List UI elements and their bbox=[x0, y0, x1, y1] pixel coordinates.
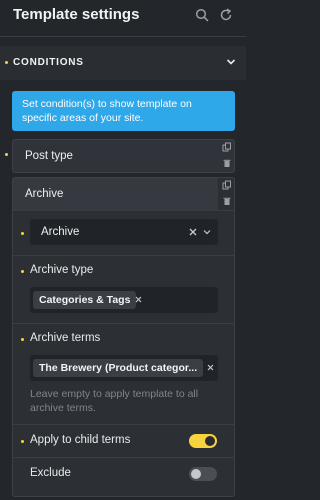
panel-title: Template settings bbox=[13, 6, 140, 23]
header-divider bbox=[0, 36, 246, 37]
archive-terms-indicator-dot bbox=[21, 338, 24, 341]
copy-icon[interactable] bbox=[222, 180, 232, 190]
exclude-label: Exclude bbox=[30, 467, 71, 479]
post-type-label: Post type bbox=[25, 150, 73, 162]
archive-select-value: Archive bbox=[41, 226, 80, 238]
archive-terms-hint: Leave empty to apply template to all arc… bbox=[30, 388, 199, 414]
remove-tag-icon[interactable] bbox=[135, 296, 142, 303]
archive-terms-tag[interactable]: The Brewery (Product categor... bbox=[33, 359, 203, 377]
trash-icon[interactable] bbox=[222, 158, 232, 168]
archive-card-title: Archive bbox=[25, 188, 64, 200]
archive-terms-label: Archive terms bbox=[30, 332, 101, 344]
divider bbox=[13, 323, 234, 324]
clear-icon[interactable] bbox=[189, 228, 197, 236]
exclude-toggle[interactable] bbox=[189, 467, 217, 481]
archive-terms-tag-label: The Brewery (Product categor... bbox=[39, 362, 198, 374]
archive-type-label: Archive type bbox=[30, 264, 94, 276]
archive-type-tag-label: Categories & Tags bbox=[39, 294, 131, 306]
apply-child-indicator-dot bbox=[21, 440, 24, 443]
search-icon[interactable] bbox=[195, 8, 209, 22]
archive-header-divider bbox=[13, 210, 234, 211]
conditions-info-box: Set condition(s) to show template on spe… bbox=[12, 91, 235, 131]
divider bbox=[13, 255, 234, 256]
divider bbox=[13, 457, 234, 458]
divider bbox=[13, 424, 234, 425]
trash-icon[interactable] bbox=[222, 196, 232, 206]
post-type-indicator-dot bbox=[5, 153, 8, 156]
toggle-knob bbox=[205, 436, 215, 446]
conditions-indicator-dot bbox=[5, 61, 8, 64]
archive-select-indicator-dot bbox=[21, 232, 24, 235]
conditions-label: CONDITIONS bbox=[13, 57, 84, 68]
toggle-knob bbox=[191, 469, 201, 479]
archive-type-indicator-dot bbox=[21, 270, 24, 273]
remove-tag-icon[interactable] bbox=[207, 364, 214, 371]
refresh-icon[interactable] bbox=[219, 8, 233, 22]
copy-icon[interactable] bbox=[222, 142, 232, 152]
apply-child-label: Apply to child terms bbox=[30, 434, 131, 446]
archive-type-tag[interactable]: Categories & Tags bbox=[33, 291, 137, 309]
apply-child-toggle[interactable] bbox=[189, 434, 217, 448]
chevron-down-icon[interactable] bbox=[203, 229, 211, 235]
chevron-down-icon[interactable] bbox=[226, 58, 236, 66]
